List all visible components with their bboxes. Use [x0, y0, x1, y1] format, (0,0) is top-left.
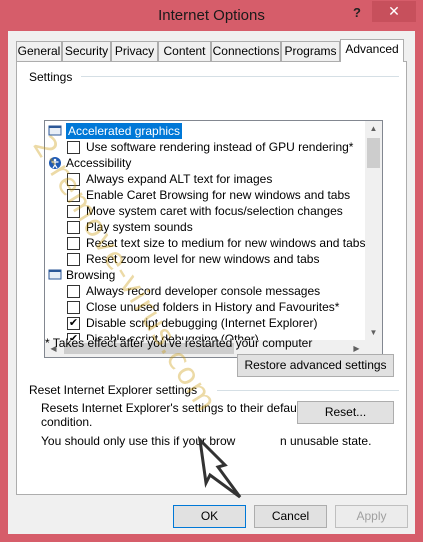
- apply-button[interactable]: Apply: [335, 505, 408, 528]
- scroll-up-arrow[interactable]: ▲: [365, 121, 382, 137]
- tab-privacy[interactable]: Privacy: [111, 41, 158, 61]
- tab-advanced[interactable]: Advanced: [340, 39, 404, 62]
- reset-group-divider: [217, 390, 399, 391]
- help-button[interactable]: ?: [348, 4, 366, 22]
- reset-button[interactable]: Reset...: [297, 401, 394, 424]
- scroll-down-arrow[interactable]: ▼: [365, 325, 382, 341]
- unchecked-checkbox[interactable]: [67, 285, 80, 298]
- settings-category-label[interactable]: Accelerated graphics: [66, 123, 183, 139]
- tab-programs[interactable]: Programs: [281, 41, 340, 61]
- settings-option-label[interactable]: Always expand ALT text for images: [86, 171, 272, 187]
- settings-option-label[interactable]: Use software rendering instead of GPU re…: [86, 139, 353, 155]
- vertical-scrollbar[interactable]: ▲ ▼: [365, 121, 382, 341]
- settings-option-label[interactable]: Disable script debugging (Internet Explo…: [86, 315, 317, 331]
- close-button[interactable]: ✕: [372, 1, 416, 22]
- browsing-icon: [48, 268, 62, 282]
- unchecked-checkbox[interactable]: [67, 253, 80, 266]
- settings-option-label[interactable]: Move system caret with focus/selection c…: [86, 203, 343, 219]
- tab-content[interactable]: Content: [158, 41, 211, 61]
- settings-option-label[interactable]: Enable Caret Browsing for new windows an…: [86, 187, 350, 203]
- checked-checkbox[interactable]: ✔: [67, 317, 80, 330]
- tab-connections[interactable]: Connections: [211, 41, 281, 61]
- restore-advanced-settings-button[interactable]: Restore advanced settings: [237, 354, 394, 377]
- settings-group-divider: [81, 76, 399, 77]
- advanced-tab-page: Settings Accelerated graphics Use softwar…: [16, 61, 407, 495]
- unchecked-checkbox[interactable]: [67, 301, 80, 314]
- reset-description-line1: Resets Internet Explorer's settings to t…: [41, 401, 303, 415]
- title-bar[interactable]: Internet Options ? ✕: [0, 0, 423, 32]
- settings-group-label: Settings: [29, 70, 77, 84]
- reset-description-line2: condition.: [41, 415, 93, 429]
- internet-options-window: Internet Options ? ✕ General Security Pr…: [0, 0, 423, 542]
- reset-warning-tail: n unusable state.: [280, 434, 372, 448]
- tab-security[interactable]: Security: [62, 41, 111, 61]
- unchecked-checkbox[interactable]: [67, 237, 80, 250]
- cancel-button[interactable]: Cancel: [254, 505, 327, 528]
- tab-general[interactable]: General: [16, 41, 62, 61]
- vertical-scroll-thumb[interactable]: [367, 138, 380, 168]
- ok-button[interactable]: OK: [173, 505, 246, 528]
- hand-drawn-arrow-icon: [197, 435, 242, 499]
